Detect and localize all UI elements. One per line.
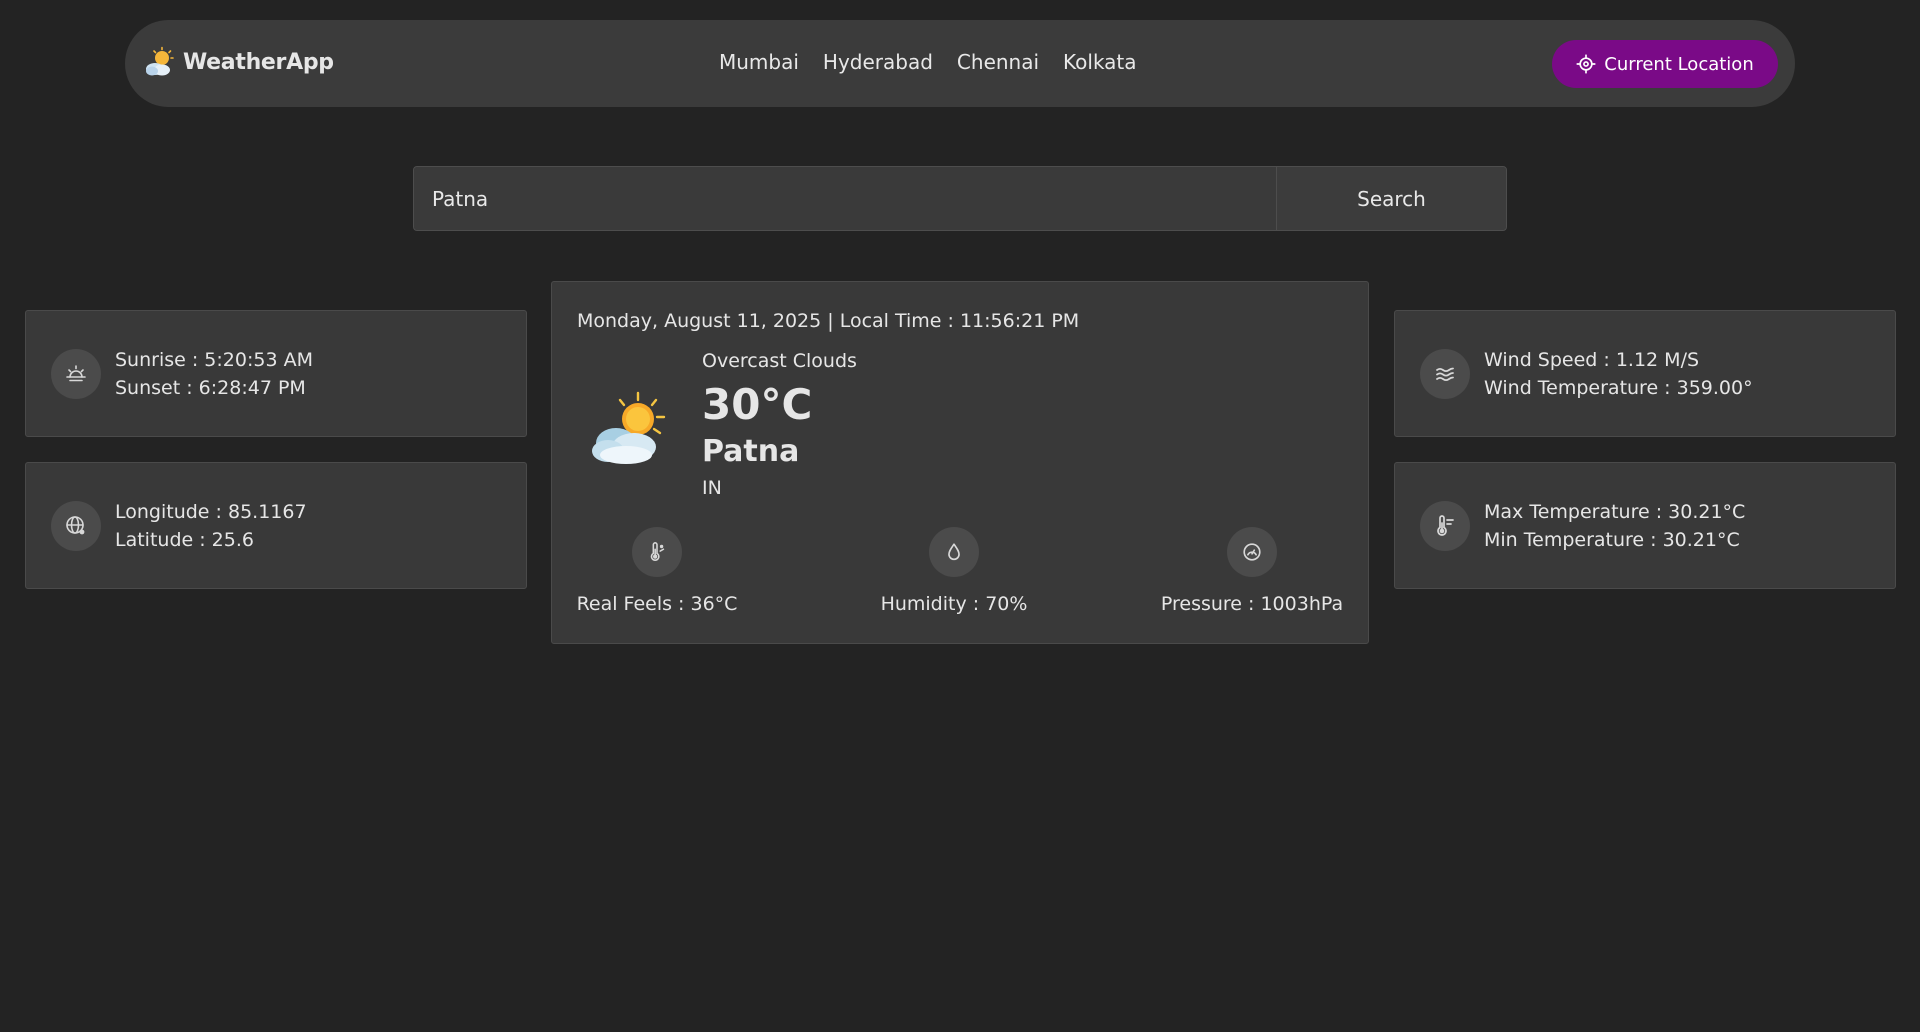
sunset-text: Sunset : 6:28:47 PM	[115, 376, 306, 399]
thermometer-range-icon	[1420, 500, 1470, 551]
wind-speed-text: Wind Speed : 1.12 M/S	[1484, 348, 1700, 371]
longitude-text: Longitude : 85.1167	[115, 500, 307, 523]
overcast-weather-icon	[592, 391, 666, 464]
sun-cloud-icon	[146, 46, 174, 76]
wind-temperature-text: Wind Temperature : 359.00°	[1484, 376, 1753, 399]
coords-card: Longitude : 85.1167 Latitude : 25.6	[25, 462, 527, 589]
sun-card: Sunrise : 5:20:53 AM Sunset : 6:28:47 PM	[25, 310, 527, 437]
local-datetime: Monday, August 11, 2025 | Local Time : 1…	[577, 310, 1080, 332]
sunrise-icon	[51, 348, 101, 399]
nav-link-chennai[interactable]: Chennai	[957, 50, 1039, 74]
wind-card: Wind Speed : 1.12 M/S Wind Temperature :…	[1394, 310, 1896, 437]
city-nav: Mumbai Hyderabad Chennai Kolkata	[719, 50, 1137, 74]
temperature-value: 30°C	[702, 380, 813, 429]
pressure-text: Pressure : 1003hPa	[1160, 593, 1344, 615]
sunrise-text: Sunrise : 5:20:53 AM	[115, 348, 313, 371]
navbar: WeatherApp Mumbai Hyderabad Chennai Kolk…	[125, 20, 1795, 107]
wind-icon	[1420, 348, 1470, 399]
globe-icon	[51, 500, 101, 551]
min-temperature-text: Min Temperature : 30.21°C	[1484, 528, 1740, 551]
current-location-button[interactable]: Current Location	[1552, 40, 1778, 88]
nav-link-kolkata[interactable]: Kolkata	[1063, 50, 1137, 74]
search-button[interactable]: Search	[1276, 167, 1506, 230]
current-location-label: Current Location	[1604, 53, 1754, 75]
search-bar: Search	[413, 166, 1507, 231]
droplet-icon	[929, 527, 979, 577]
current-weather-card: Monday, August 11, 2025 | Local Time : 1…	[551, 281, 1369, 644]
temperature-range-card: Max Temperature : 30.21°C Min Temperatur…	[1394, 462, 1896, 589]
humidity-text: Humidity : 70%	[880, 593, 1028, 615]
brand[interactable]: WeatherApp	[143, 46, 334, 78]
pressure-stat: Pressure : 1003hPa	[1157, 527, 1347, 615]
city-name: Patna	[702, 434, 800, 469]
search-input[interactable]	[414, 167, 1276, 230]
weather-description: Overcast Clouds	[702, 350, 857, 372]
brand-name: WeatherApp	[183, 49, 334, 75]
latitude-text: Latitude : 25.6	[115, 528, 254, 551]
max-temperature-text: Max Temperature : 30.21°C	[1484, 500, 1746, 523]
thermometer-icon	[632, 527, 682, 577]
real-feels-text: Real Feels : 36°C	[576, 593, 738, 615]
nav-link-mumbai[interactable]: Mumbai	[719, 50, 799, 74]
country-code: IN	[702, 477, 722, 499]
crosshair-icon	[1576, 54, 1596, 74]
nav-link-hyderabad[interactable]: Hyderabad	[823, 50, 933, 74]
gauge-icon	[1227, 527, 1277, 577]
humidity-stat: Humidity : 70%	[874, 527, 1034, 615]
real-feels-stat: Real Feels : 36°C	[577, 527, 737, 615]
